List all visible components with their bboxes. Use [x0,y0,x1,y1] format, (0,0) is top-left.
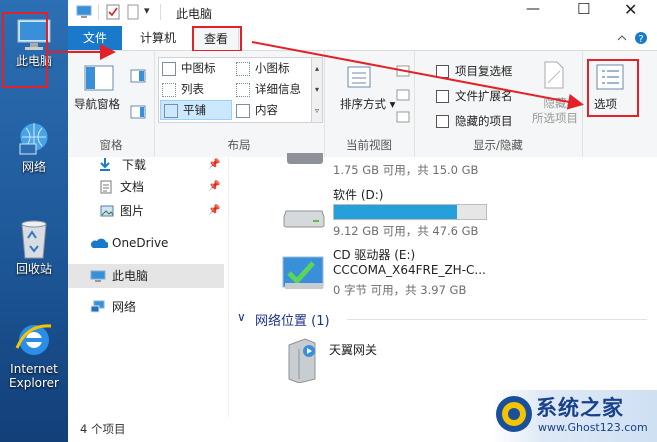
watermark-logo-icon [496,396,532,432]
watermark-url: www.Ghost123.com [538,421,648,434]
arrow-to-options [251,41,584,110]
watermark: 系统之家 www.Ghost123.com [492,390,657,442]
watermark-title: 系统之家 [536,396,624,420]
annotation-arrows [46,41,584,110]
